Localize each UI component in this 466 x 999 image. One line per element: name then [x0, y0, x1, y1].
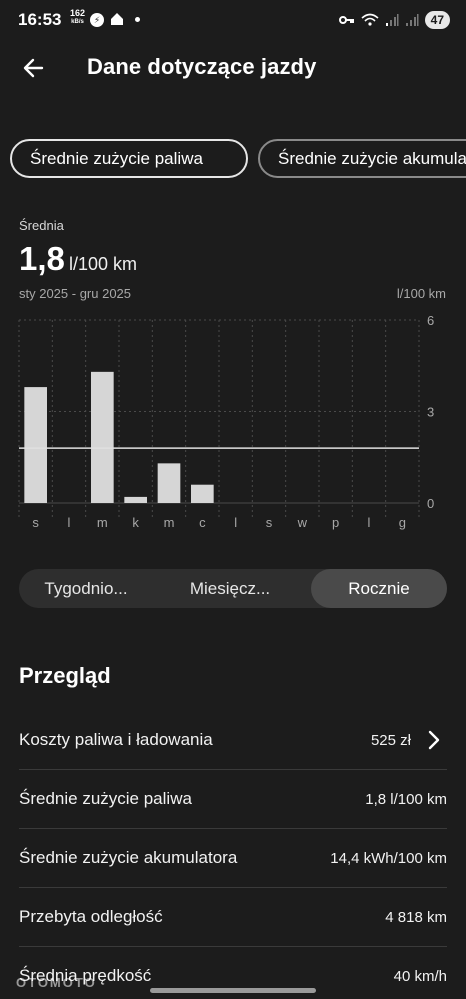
list-item-fuel-charging-costs[interactable]: Koszty paliwa i ładowania 525 zł [19, 711, 447, 770]
status-time: 16:53 [18, 10, 62, 29]
row-value: 1,8 l/100 km [365, 791, 447, 808]
x-tick-label: s [32, 515, 39, 530]
list-item-avg-fuel: Średnie zużycie paliwa 1,8 l/100 km [19, 770, 447, 829]
metric-tabs: Średnie zużycie paliwa Średnie zużycie a… [10, 139, 466, 179]
status-bar: 16:53 162 kB/s ⚡ 47 [0, 0, 466, 40]
chart-bar [24, 387, 47, 503]
wifi-icon [361, 13, 379, 26]
row-label: Koszty paliwa i ładowania [19, 730, 213, 749]
x-tick-label: k [132, 515, 139, 530]
x-tick-label: w [297, 515, 308, 530]
network-speed-value: 162 [70, 8, 86, 18]
chart-unit: l/100 km [396, 286, 446, 301]
network-speed-unit: kB/s [71, 19, 84, 25]
chart-bar [91, 371, 114, 503]
y-tick-label: 0 [427, 496, 434, 511]
date-range: sty 2025 - gru 2025 [19, 286, 132, 301]
y-tick-label: 6 [427, 313, 434, 328]
x-tick-label: m [164, 515, 175, 530]
home-indicator[interactable] [150, 988, 316, 993]
signal-icon [385, 14, 399, 26]
period-weekly-button[interactable]: Tygodnio... [19, 569, 153, 608]
period-selector: Tygodnio... Miesięcz... Rocznie [19, 569, 447, 608]
consumption-chart: 6 3 0 s l m k m c l s w p l g [18, 313, 434, 530]
page-title: Dane dotyczące jazdy [87, 54, 317, 79]
home-app-icon [111, 13, 123, 25]
notification-dot-icon [135, 17, 140, 22]
row-label: Przebyta odległość [19, 907, 163, 926]
x-tick-label: l [234, 515, 237, 530]
app-bar: Dane dotyczące jazdy [0, 44, 466, 92]
tab-battery-consumption[interactable]: Średnie zużycie akumulatora [258, 139, 466, 178]
x-tick-label: p [332, 515, 339, 530]
y-tick-label: 3 [427, 405, 434, 420]
row-value: 525 zł [370, 732, 411, 749]
tab-fuel-consumption[interactable]: Średnie zużycie paliwa [10, 139, 248, 178]
row-label: Średnie zużycie paliwa [19, 789, 192, 808]
x-tick-label: g [399, 515, 406, 530]
period-yearly-button[interactable]: Rocznie [311, 569, 447, 608]
chart-bar [157, 463, 181, 503]
list-item-avg-battery: Średnie zużycie akumulatora 14,4 kWh/100… [19, 829, 447, 888]
list-item-distance: Przebyta odległość 4 818 km [19, 888, 447, 947]
overview-title: Przegląd [19, 663, 111, 688]
row-label: Średnie zużycie akumulatora [19, 848, 238, 867]
chevron-right-icon [428, 730, 440, 750]
average-label: Średnia [19, 218, 64, 233]
row-value: 4 818 km [385, 909, 447, 926]
x-tick-label: m [97, 515, 108, 530]
x-tick-label: s [266, 515, 273, 530]
back-arrow-icon[interactable] [20, 54, 48, 82]
x-tick-label: l [68, 515, 71, 530]
x-tick-label: l [368, 515, 371, 530]
signal-icon [405, 14, 419, 26]
overview-list: Koszty paliwa i ładowania 525 zł Średnie… [19, 711, 447, 999]
period-monthly-button[interactable]: Miesięcz... [163, 569, 297, 608]
watermark-logo: OTOMOTO [16, 975, 97, 990]
row-value: 14,4 kWh/100 km [330, 850, 447, 867]
chart-bar [124, 496, 147, 503]
chart-bar [191, 484, 214, 503]
average-unit: l/100 km [69, 254, 138, 274]
messenger-icon: ⚡ [90, 13, 104, 27]
battery-indicator: 47 [424, 11, 450, 29]
status-icons: 47 [338, 11, 450, 29]
network-speed: 162 kB/s [70, 9, 85, 27]
average-value: 1,8 [19, 240, 65, 277]
key-icon [338, 16, 354, 24]
row-value: 40 km/h [393, 968, 447, 985]
x-tick-label: c [199, 515, 206, 530]
